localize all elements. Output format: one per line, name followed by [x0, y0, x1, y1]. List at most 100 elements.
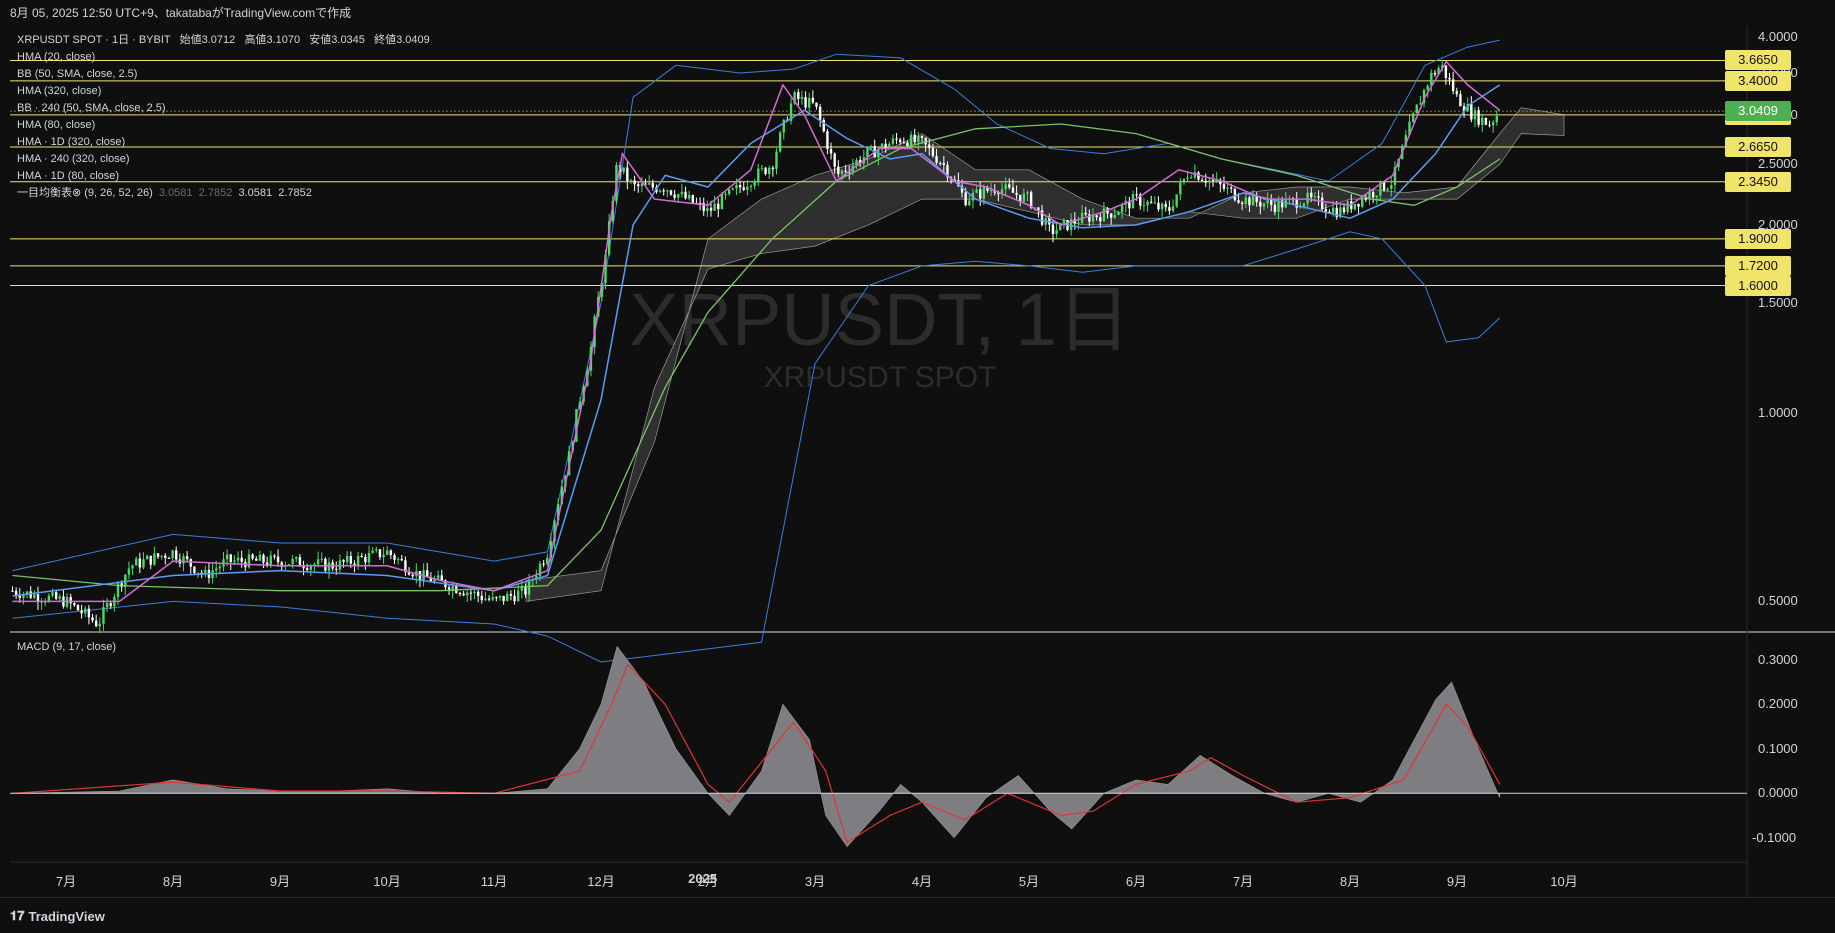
candle-body — [818, 106, 822, 120]
candle-body — [54, 592, 58, 599]
candle-body — [917, 136, 920, 143]
ichimoku-legend[interactable]: 一目均衡表⊗ (9, 26, 52, 26) 3.0581 2.7852 3.0… — [17, 185, 430, 202]
indicator-item[interactable]: HMA (320, close) — [17, 83, 430, 100]
time-axis-tick: 3月 — [804, 874, 826, 889]
indicator-item[interactable]: HMA (20, close) — [17, 49, 430, 66]
watermark-small: XRPUSDT SPOT — [764, 361, 997, 394]
candle-body — [749, 185, 753, 187]
low-label: 安値 — [309, 34, 332, 46]
time-axis-tick: 12月 — [587, 874, 615, 889]
candle-body — [869, 146, 873, 149]
candle-body — [1146, 201, 1149, 206]
candle-body — [1142, 205, 1146, 207]
time-axis-tick: 11月 — [480, 874, 508, 889]
candle-body — [1244, 197, 1247, 204]
candle-body — [204, 569, 207, 574]
candle-body — [1102, 208, 1106, 222]
candle-body — [262, 554, 265, 563]
ichimoku-dim-value: 2.7852 — [198, 187, 233, 199]
candle-body — [1331, 207, 1335, 214]
tradingview-logo[interactable]: 𝟏𝟕 TradingView — [10, 908, 105, 924]
candle-body — [327, 562, 331, 571]
candle-body — [1295, 198, 1298, 208]
candle-body — [1390, 184, 1393, 189]
candle-body — [1481, 117, 1484, 125]
candle-body — [338, 560, 342, 570]
candle-body — [727, 189, 731, 195]
candle-body — [1149, 201, 1153, 203]
indicator-item[interactable]: HMA · 240 (320, close) — [17, 151, 430, 168]
candle-body — [386, 550, 389, 555]
candle-body — [265, 562, 269, 565]
candle-body — [142, 559, 145, 568]
open-label: 始値 — [179, 34, 202, 46]
candle-body — [826, 131, 829, 149]
candle-body — [1015, 192, 1018, 195]
candle-body — [371, 550, 374, 554]
candle-body — [1346, 201, 1349, 213]
candle-body — [80, 610, 83, 614]
symbol-ohlc-line: XRPUSDT SPOT · 1日 · BYBIT 始値3.0712 高値3.1… — [17, 32, 430, 49]
candle-body — [1470, 104, 1473, 120]
candle-body — [982, 187, 986, 199]
candle-body — [778, 132, 782, 152]
time-axis-tick: 7月 — [1232, 874, 1254, 889]
candle-body — [1277, 200, 1280, 212]
candle-body — [775, 151, 778, 169]
candle-body — [316, 559, 320, 565]
candle-body — [1375, 195, 1378, 198]
candle-body — [76, 605, 80, 611]
candle-body — [731, 188, 735, 190]
candle-body — [145, 555, 149, 560]
candle-body — [1426, 85, 1429, 90]
candle-body — [1237, 200, 1240, 203]
candle-body — [709, 207, 713, 211]
time-axis-tick: 8月 — [162, 874, 184, 889]
candle-body — [134, 558, 138, 566]
candle-body — [909, 134, 913, 147]
candle-body — [1211, 180, 1215, 182]
candle-body — [622, 167, 625, 172]
candle-body — [345, 555, 349, 562]
candle-body — [1204, 180, 1207, 183]
candle-body — [658, 190, 662, 192]
candle-body — [637, 184, 640, 187]
candle-body — [1448, 77, 1451, 80]
indicator-item[interactable]: HMA · 1D (80, close) — [17, 168, 430, 185]
macd-axis-tick: 0.2000 — [1758, 696, 1798, 712]
candle-body — [1342, 207, 1346, 213]
candle-body — [764, 167, 767, 175]
time-axis-tick: 4月 — [911, 874, 933, 889]
candle-body — [175, 550, 178, 560]
candle-body — [466, 592, 469, 596]
candle-body — [902, 142, 906, 144]
indicator-item[interactable]: BB · 240 (50, SMA, close, 2.5) — [17, 100, 430, 117]
candle-body — [833, 153, 836, 167]
candle-body — [651, 183, 654, 188]
candle-body — [804, 97, 807, 108]
time-axis-tick: 10月 — [373, 874, 401, 889]
candle-body — [542, 563, 545, 565]
time-axis-tick: 7月 — [55, 874, 77, 889]
candle-body — [215, 568, 218, 571]
candle-body — [364, 556, 367, 563]
price-axis-tick: 4.0000 — [1758, 28, 1798, 44]
candle-body — [102, 607, 105, 624]
attribution-bar: 8月 05, 2025 12:50 UTC+9、takatabaがTrading… — [0, 0, 1835, 26]
candle-body — [1200, 179, 1204, 181]
candle-body — [1120, 204, 1124, 213]
candle-body — [458, 593, 462, 595]
candle-body — [935, 155, 938, 163]
candle-body — [1386, 188, 1389, 191]
candle-body — [236, 557, 240, 561]
indicator-item[interactable]: HMA · 1D (320, close) — [17, 134, 430, 151]
indicator-item[interactable]: BB (50, SMA, close, 2.5) — [17, 66, 430, 83]
candle-body — [193, 566, 196, 574]
indicator-item[interactable]: HMA (80, close) — [17, 117, 430, 134]
candle-body — [98, 623, 102, 627]
candle-body — [164, 555, 167, 559]
candle-body — [647, 183, 651, 185]
macd-legend[interactable]: MACD (9, 17, close) — [17, 639, 116, 656]
candle-body — [1062, 220, 1066, 223]
candle-body — [662, 190, 665, 192]
